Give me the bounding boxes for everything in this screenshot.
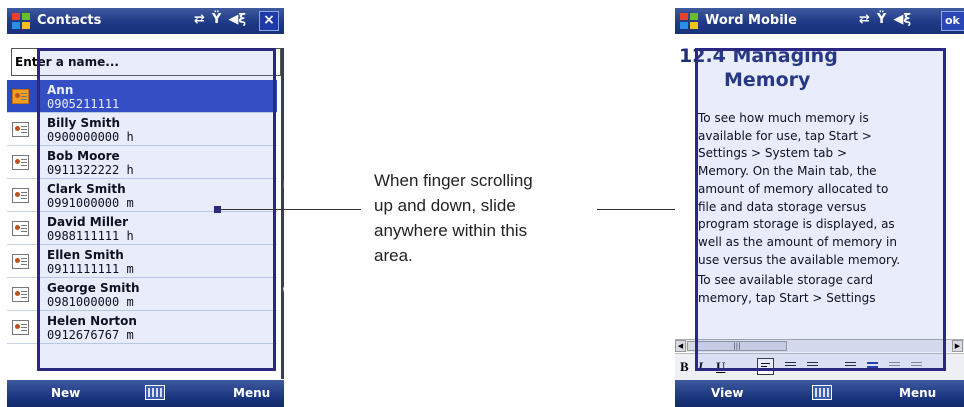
alphabet-letter[interactable]: I: [281, 139, 284, 150]
alphabet-index[interactable]: ABCDEFGHIJKLMNOPQRSTUVWXYZ: [281, 48, 284, 379]
volume-icon[interactable]: ◀ξ: [893, 12, 911, 27]
volume-icon[interactable]: ◀ξ: [228, 12, 246, 27]
keyboard-icon[interactable]: [145, 385, 165, 400]
alphabet-letter[interactable]: L: [281, 171, 284, 182]
connectivity-icon[interactable]: ⇄: [859, 12, 870, 27]
softkey-bar: New Menu: [7, 380, 284, 407]
alphabet-letter[interactable]: Q: [281, 224, 285, 235]
leader-line: [218, 209, 361, 210]
contact-card-icon: [12, 188, 29, 203]
alphabet-letter[interactable]: M: [281, 181, 284, 192]
word-titlebar: Word Mobile ⇄ Ÿ ◀ξ ok: [675, 8, 964, 34]
bold-button[interactable]: B: [680, 359, 689, 375]
menu-softkey[interactable]: Menu: [233, 386, 270, 400]
alphabet-letter[interactable]: B: [281, 65, 284, 76]
menu-softkey[interactable]: Menu: [899, 386, 936, 400]
scroll-left-icon[interactable]: ◀: [675, 340, 686, 352]
scroll-area-highlight: [695, 48, 946, 371]
alphabet-letter[interactable]: G: [281, 118, 285, 129]
ok-button[interactable]: ok: [941, 11, 964, 31]
alphabet-letter[interactable]: D: [281, 86, 285, 97]
alphabet-letter[interactable]: W: [281, 287, 284, 298]
alphabet-letter[interactable]: K: [281, 160, 284, 171]
alphabet-letter[interactable]: J: [281, 149, 284, 160]
alphabet-letter[interactable]: Z: [281, 319, 284, 330]
new-softkey[interactable]: New: [51, 386, 80, 400]
alphabet-letter[interactable]: T: [281, 255, 284, 266]
alphabet-letter[interactable]: E: [281, 96, 284, 107]
connectivity-icon[interactable]: ⇄: [194, 12, 205, 27]
alphabet-letter[interactable]: P: [281, 213, 284, 224]
callout-line: anywhere within this: [374, 221, 528, 240]
contact-card-icon: [12, 122, 29, 137]
alphabet-letter[interactable]: X: [281, 298, 284, 309]
alphabet-letter[interactable]: F: [281, 107, 284, 118]
contact-card-icon: [12, 89, 29, 104]
scroll-right-icon[interactable]: ▶: [952, 340, 963, 352]
contact-card-icon: [12, 287, 29, 302]
alphabet-letter[interactable]: O: [281, 202, 285, 213]
contact-card-icon: [12, 155, 29, 170]
window-title: Contacts: [37, 13, 102, 28]
keyboard-icon[interactable]: [812, 385, 832, 400]
alphabet-letter[interactable]: H: [281, 128, 285, 139]
contacts-titlebar: Contacts ⇄ Ÿ ◀ξ ×: [7, 8, 284, 34]
alphabet-letter[interactable]: Y: [281, 308, 284, 319]
alphabet-letter[interactable]: V: [281, 276, 284, 287]
callout-line: up and down, slide: [374, 196, 516, 215]
contact-card-icon: [12, 254, 29, 269]
alphabet-letter[interactable]: N: [281, 192, 285, 203]
windows-start-icon[interactable]: [11, 11, 31, 31]
view-softkey[interactable]: View: [711, 386, 743, 400]
contact-card-icon: [12, 320, 29, 335]
alphabet-letter[interactable]: R: [281, 234, 284, 245]
softkey-bar: View Menu: [675, 380, 964, 407]
callout-line: area.: [374, 246, 413, 265]
alphabet-letter[interactable]: A: [281, 54, 284, 65]
window-title: Word Mobile: [705, 13, 797, 28]
callout-text: When finger scrolling up and down, slide…: [374, 168, 604, 268]
callout-line: When finger scrolling: [374, 171, 533, 190]
alphabet-letter[interactable]: U: [281, 266, 285, 277]
signal-icon[interactable]: Ÿ: [212, 12, 221, 27]
contact-card-icon: [12, 221, 29, 236]
windows-start-icon[interactable]: [679, 11, 699, 31]
alphabet-letter[interactable]: S: [281, 245, 284, 256]
close-button[interactable]: ×: [259, 11, 279, 31]
alphabet-letter[interactable]: C: [281, 75, 284, 86]
signal-icon[interactable]: Ÿ: [877, 12, 886, 27]
